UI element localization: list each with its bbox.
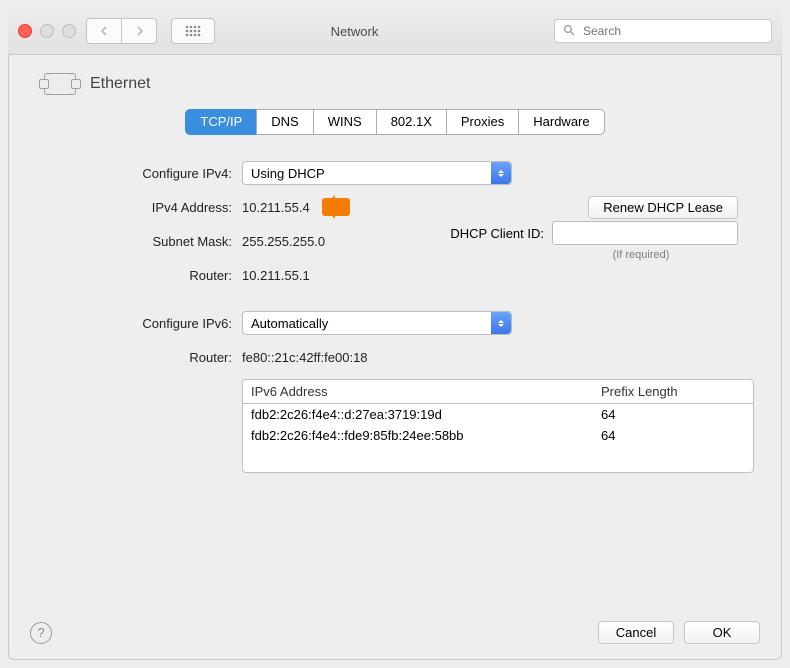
interface-name: Ethernet (90, 75, 150, 93)
tab-8021x[interactable]: 802.1X (376, 109, 447, 135)
configure-ipv6-label: Configure IPv6: (42, 316, 242, 331)
tcpip-panel: Configure IPv4: Using DHCP IPv4 Address:… (38, 161, 752, 473)
dhcp-client-id-label: DHCP Client ID: (404, 226, 552, 241)
ethernet-icon (44, 73, 76, 95)
minimize-window-button[interactable] (40, 24, 54, 38)
content-area: Ethernet TCP/IPDNSWINS802.1XProxiesHardw… (8, 55, 782, 473)
ipv6-address-cell: fdb2:2c26:f4e4::d:27ea:3719:19d (251, 407, 601, 422)
footer: ? Cancel OK (8, 621, 782, 644)
col-prefix-length: Prefix Length (601, 384, 678, 399)
configure-ipv4-select[interactable]: Using DHCP (242, 161, 512, 185)
ok-button[interactable]: OK (684, 621, 760, 644)
renew-dhcp-lease-button[interactable]: Renew DHCP Lease (588, 196, 738, 219)
ipv6-address-cell: fdb2:2c26:f4e4::fde9:85fb:24ee:58bb (251, 428, 601, 443)
ipv6-router-value: fe80::21c:42ff:fe00:18 (242, 350, 368, 365)
search-field[interactable] (554, 19, 772, 43)
network-prefs-window: Network Ethernet TCP/IPDNSWINS802.1XProx… (8, 8, 782, 660)
forward-button[interactable] (121, 18, 157, 44)
tab-bar: TCP/IPDNSWINS802.1XProxiesHardware (38, 109, 752, 135)
back-button[interactable] (86, 18, 122, 44)
search-icon (563, 24, 575, 39)
subnet-mask-value: 255.255.255.0 (242, 234, 325, 249)
nav-buttons (86, 18, 157, 44)
subnet-mask-label: Subnet Mask: (42, 234, 242, 249)
interface-header: Ethernet (38, 73, 752, 95)
prefix-length-cell: 64 (601, 428, 615, 443)
ipv4-router-label: Router: (42, 268, 242, 283)
ipv6-router-label: Router: (42, 350, 242, 365)
tab-tcpip[interactable]: TCP/IP (185, 109, 257, 135)
ipv6-address-table: IPv6 Address Prefix Length fdb2:2c26:f4e… (242, 379, 754, 473)
configure-ipv6-value: Automatically (251, 316, 328, 331)
tab-hardware[interactable]: Hardware (518, 109, 604, 135)
dropdown-arrows-icon (491, 162, 511, 184)
help-button[interactable]: ? (30, 622, 52, 644)
cancel-button[interactable]: Cancel (598, 621, 674, 644)
close-window-button[interactable] (18, 24, 32, 38)
window-title: Network (165, 24, 544, 39)
col-ipv6-address: IPv6 Address (251, 384, 601, 399)
table-header: IPv6 Address Prefix Length (243, 380, 753, 404)
table-row[interactable]: fdb2:2c26:f4e4::fde9:85fb:24ee:58bb64 (243, 425, 753, 446)
titlebar: Network (8, 8, 782, 55)
prefix-length-cell: 64 (601, 407, 615, 422)
configure-ipv6-select[interactable]: Automatically (242, 311, 512, 335)
ipv4-router-value: 10.211.55.1 (242, 268, 310, 283)
chevron-left-icon (100, 26, 109, 36)
callout-arrow-icon (322, 198, 350, 216)
dropdown-arrows-icon (491, 312, 511, 334)
dhcp-client-id-input[interactable] (552, 221, 738, 245)
ipv4-address-label: IPv4 Address: (42, 200, 242, 215)
table-row[interactable]: fdb2:2c26:f4e4::d:27ea:3719:19d64 (243, 404, 753, 425)
window-controls (18, 24, 76, 38)
zoom-window-button[interactable] (62, 24, 76, 38)
dhcp-client-hint: (If required) (613, 249, 670, 261)
chevron-right-icon (135, 26, 144, 36)
ipv4-address-value: 10.211.55.4 (242, 200, 310, 215)
tab-wins[interactable]: WINS (313, 109, 377, 135)
tab-dns[interactable]: DNS (256, 109, 313, 135)
configure-ipv4-label: Configure IPv4: (42, 166, 242, 181)
tab-proxies[interactable]: Proxies (446, 109, 519, 135)
configure-ipv4-value: Using DHCP (251, 166, 325, 181)
search-input[interactable] (581, 23, 763, 39)
